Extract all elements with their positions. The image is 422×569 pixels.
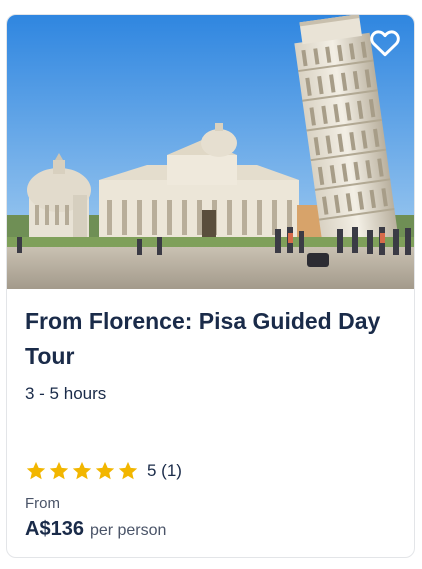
- rating-stars: [25, 460, 139, 482]
- star-icon: [72, 461, 92, 480]
- rating-row: 5 (1): [25, 460, 182, 482]
- star-icon: [49, 461, 69, 480]
- tour-title[interactable]: From Florence: Pisa Guided Day Tour: [25, 304, 396, 374]
- star-icon: [95, 461, 115, 480]
- price-row: A$136 per person: [25, 518, 166, 541]
- favorite-button[interactable]: [368, 25, 402, 59]
- star-icon: [118, 461, 138, 480]
- price-from-label: From: [25, 495, 60, 512]
- price-amount: A$136: [25, 518, 84, 540]
- tower-cathedral-photo: [7, 15, 414, 289]
- rating-score: 5 (1): [147, 461, 182, 480]
- tour-duration: 3 - 5 hours: [25, 384, 107, 403]
- tour-card[interactable]: From Florence: Pisa Guided Day Tour 3 - …: [6, 14, 415, 558]
- tour-photo[interactable]: [7, 15, 414, 289]
- heart-outline-icon: [370, 30, 400, 57]
- star-icon: [26, 461, 46, 480]
- price-unit: per person: [89, 522, 167, 539]
